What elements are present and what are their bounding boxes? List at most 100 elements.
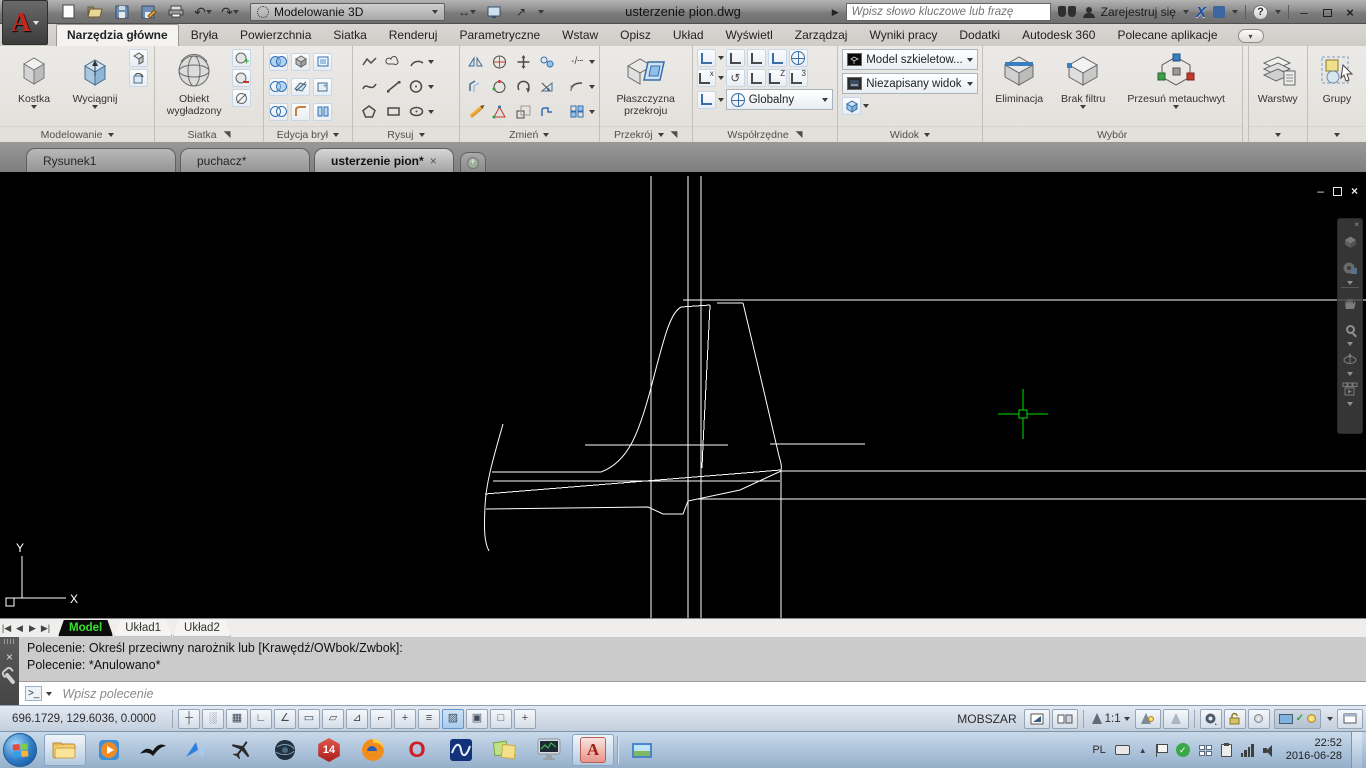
offset-tool[interactable]	[466, 78, 485, 96]
object-snap-toggle[interactable]: ▭	[298, 709, 320, 729]
dialog-launcher-icon[interactable]: ◥	[224, 129, 231, 140]
chevron-down-icon[interactable]	[233, 10, 239, 14]
taskbar-globe-app-button[interactable]	[264, 734, 306, 766]
scale-tool[interactable]	[514, 103, 533, 121]
panel-title-widok[interactable]: Widok	[838, 126, 982, 142]
ucs-object-tool[interactable]	[768, 49, 787, 67]
taskbar-app-14-button[interactable]: 14	[308, 734, 350, 766]
chevron-down-icon[interactable]	[718, 98, 724, 102]
viewcube-home-button[interactable]	[1343, 229, 1358, 255]
taskbar-firefox-button[interactable]	[352, 734, 394, 766]
taskbar-explorer-button[interactable]	[44, 734, 86, 766]
hidden-icons-chevron[interactable]: ▲	[1139, 746, 1147, 755]
subtract-tool[interactable]	[269, 78, 288, 96]
workspace-switch-button[interactable]	[1200, 709, 1222, 729]
leader-tool-button[interactable]: ↗	[511, 3, 531, 21]
close-command-icon[interactable]: ×	[6, 650, 13, 664]
taskbar-autocad-button[interactable]: A	[572, 734, 614, 766]
ribbon-tab-uklad[interactable]: Układ	[663, 25, 714, 46]
chevron-down-icon[interactable]	[1347, 281, 1353, 285]
no-smooth-tool[interactable]	[232, 89, 251, 107]
lock-ui-button[interactable]	[1224, 709, 1246, 729]
quick-properties-toggle[interactable]: ▣	[466, 709, 488, 729]
chevron-down-icon[interactable]	[428, 85, 434, 89]
ribbon-tab-powierzchnia[interactable]: Powierzchnia	[230, 25, 321, 46]
circle-tool[interactable]	[407, 78, 426, 96]
redo-button[interactable]: ↷	[220, 3, 240, 21]
navbar-close-icon[interactable]: ×	[1354, 220, 1359, 229]
visual-style-dropdown[interactable]: Model szkieletow...	[842, 49, 978, 70]
union-tool[interactable]	[269, 53, 288, 71]
application-menu-button[interactable]: A	[2, 0, 48, 45]
trim-tool[interactable]	[538, 78, 557, 96]
steering-wheel-button[interactable]	[1342, 255, 1358, 281]
chevron-down-icon[interactable]	[428, 110, 434, 114]
transparency-toggle[interactable]: ▨	[442, 709, 464, 729]
new-drawing-button[interactable]	[58, 3, 78, 21]
ribbon-tab-wstaw[interactable]: Wstaw	[552, 25, 608, 46]
tray-clock[interactable]: 22:52 2016-06-28	[1286, 737, 1342, 763]
panel-title-przekroj[interactable]: Przekrój◥	[600, 126, 692, 142]
command-history[interactable]: Polecenie: Określ przeciwny narożnik lub…	[19, 637, 1366, 681]
wyciagnij-button[interactable]: Wyciągnij	[64, 49, 126, 111]
ribbon-tab-renderuj[interactable]: Renderuj	[379, 25, 448, 46]
dynamic-ucs-toggle[interactable]: ⌐	[370, 709, 392, 729]
panel-title-rysuj[interactable]: Rysuj	[353, 126, 459, 142]
panel-title-siatka[interactable]: Siatka◥	[155, 126, 263, 142]
shell-tool[interactable]	[313, 103, 332, 121]
taskbar-opera-button[interactable]: O	[396, 734, 438, 766]
sweep-tool[interactable]	[129, 69, 148, 87]
close-button[interactable]: ×	[1342, 6, 1358, 19]
ucs-previous-tool[interactable]: ↺	[726, 69, 745, 87]
ribbon-tab-parametryczne[interactable]: Parametryczne	[449, 25, 550, 46]
align-3d-tool[interactable]	[490, 103, 509, 121]
chevron-down-icon[interactable]	[718, 76, 724, 80]
model-space-label[interactable]: MOBSZAR	[957, 712, 1016, 726]
selection-cycling-toggle[interactable]: □	[490, 709, 512, 729]
erase-tool[interactable]	[466, 103, 485, 121]
panel-expand-grupy[interactable]	[1308, 126, 1366, 142]
intersect-tool[interactable]	[269, 103, 288, 121]
mirror-3d-tool[interactable]	[466, 53, 485, 71]
update-status-icon[interactable]: ✓	[1176, 743, 1190, 757]
warstwy-button[interactable]: Warstwy	[1255, 49, 1301, 107]
help-button[interactable]: ?	[1253, 5, 1268, 20]
command-grip-strip[interactable]: ×	[0, 637, 19, 705]
ucs-globe-tool[interactable]	[789, 49, 808, 67]
ribbon-tab-polecane-aplikacje[interactable]: Polecane aplikacje	[1107, 25, 1227, 46]
doc-tab-rysunek1[interactable]: Rysunek1	[26, 148, 176, 172]
model-button[interactable]	[1024, 709, 1050, 729]
chevron-down-icon[interactable]	[1275, 10, 1281, 14]
dialog-launcher-icon[interactable]: ◥	[796, 129, 803, 140]
drawing-viewport[interactable]: Y X – × ×	[0, 172, 1366, 618]
chevron-down-icon[interactable]	[428, 60, 434, 64]
panel-title-modelowanie[interactable]: Modelowanie	[0, 126, 154, 142]
ucs-world-axis-tool[interactable]	[747, 49, 766, 67]
first-layout-button[interactable]: |◀	[0, 623, 13, 634]
ucs-tool[interactable]	[697, 49, 716, 67]
start-button[interactable]	[3, 733, 37, 767]
angle-toggle[interactable]: ⊿	[346, 709, 368, 729]
open-button[interactable]	[85, 3, 105, 21]
smooth-more-tool[interactable]: +	[232, 49, 251, 67]
get-windows10-icon[interactable]	[1199, 745, 1212, 756]
exchange-apps-icon[interactable]: X	[1196, 4, 1206, 21]
box-edit-tool[interactable]	[313, 53, 332, 71]
pan-button[interactable]	[1343, 290, 1358, 316]
tray-bulb-icon[interactable]	[1307, 714, 1316, 723]
solid-edit-tool[interactable]	[291, 53, 310, 71]
ucs-origin-tool[interactable]	[747, 69, 766, 87]
plot-button[interactable]	[166, 3, 186, 21]
taskbar-media-player-button[interactable]	[88, 734, 130, 766]
drag-grip-icon[interactable]	[4, 639, 15, 644]
chevron-down-icon[interactable]	[863, 104, 869, 108]
viewport-minimize-button[interactable]: –	[1317, 184, 1324, 198]
taskbar-xflr-button[interactable]	[440, 734, 482, 766]
rotate-tool[interactable]	[514, 78, 533, 96]
fillet-tool[interactable]	[568, 78, 587, 96]
slice-tool[interactable]	[291, 78, 310, 96]
chevron-down-icon[interactable]	[589, 110, 595, 114]
ucs-view-tool[interactable]	[697, 91, 716, 109]
chevron-down-icon[interactable]	[718, 56, 724, 60]
close-tab-icon[interactable]: ×	[430, 154, 437, 168]
